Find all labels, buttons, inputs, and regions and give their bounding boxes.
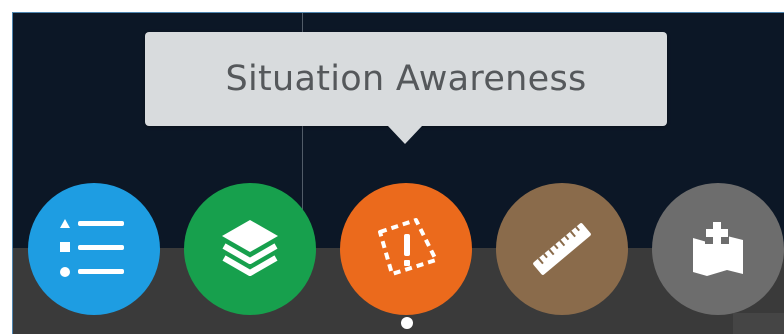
- measurement-button[interactable]: [496, 183, 628, 315]
- tooltip-arrow: [388, 126, 422, 144]
- add-map-icon: [687, 218, 749, 280]
- tooltip-text: Situation Awareness: [225, 59, 587, 99]
- situation-awareness-button[interactable]: [340, 183, 472, 315]
- warning-area-icon: [368, 216, 444, 282]
- legend-button[interactable]: [28, 183, 160, 315]
- list-icon: [57, 216, 131, 282]
- ruler-icon: [526, 213, 598, 285]
- pagination-dot[interactable]: [401, 317, 413, 329]
- corner-control: [733, 313, 784, 334]
- tooltip: Situation Awareness: [145, 32, 667, 126]
- add-data-button[interactable]: [652, 183, 784, 315]
- map-viewport: Situation Awareness: [12, 12, 784, 334]
- layers-button[interactable]: [184, 183, 316, 315]
- layers-icon: [218, 218, 282, 280]
